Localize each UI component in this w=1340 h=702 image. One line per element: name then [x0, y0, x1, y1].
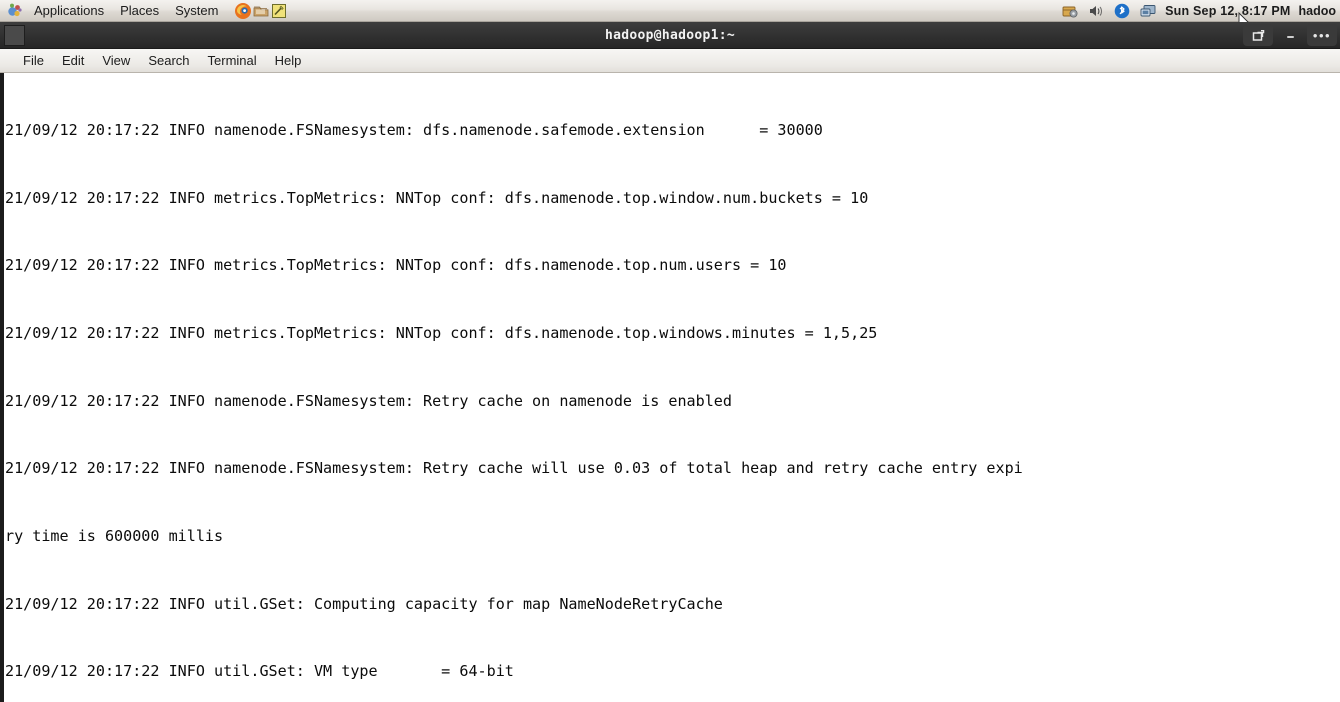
panel-tray-group: Sun Sep 12, 8:17 PM hadoo	[1061, 0, 1340, 22]
terminal-line: ry time is 600000 millis	[5, 526, 224, 545]
menu-file[interactable]: File	[14, 52, 53, 69]
terminal-line: 21/09/12 20:17:22 INFO metrics.TopMetric…	[5, 324, 878, 343]
window-menu-button[interactable]: •••	[1307, 24, 1337, 46]
menu-help[interactable]: Help	[266, 52, 311, 69]
text-editor-icon[interactable]	[270, 2, 288, 20]
terminal-line: 21/09/12 20:17:22 INFO namenode.FSNamesy…	[5, 391, 732, 410]
window-controls: •••	[1243, 22, 1337, 48]
restore-window-button[interactable]	[1243, 24, 1273, 46]
bluetooth-icon[interactable]	[1113, 2, 1131, 20]
panel-menu-system[interactable]: System	[167, 1, 226, 20]
file-manager-icon[interactable]	[252, 2, 270, 20]
panel-menu-places[interactable]: Places	[112, 1, 167, 20]
window-icon[interactable]	[4, 25, 25, 46]
terminal-output-area[interactable]: 21/09/12 20:17:22 INFO namenode.FSNamesy…	[0, 73, 1340, 702]
window-title: hadoop@hadoop1:~	[604, 27, 736, 43]
package-updater-icon[interactable]	[1061, 2, 1079, 20]
terminal-left-edge	[0, 73, 4, 702]
gnome-foot-icon	[6, 2, 23, 19]
network-icon[interactable]	[1139, 2, 1157, 20]
panel-user-menu[interactable]: hadoo	[1299, 4, 1337, 18]
terminal-line: 21/09/12 20:17:22 INFO namenode.FSNamesy…	[5, 121, 823, 140]
panel-menu-group: Applications Places System	[0, 1, 288, 20]
terminal-line: 21/09/12 20:17:22 INFO util.GSet: VM typ…	[5, 662, 514, 681]
terminal-line: 21/09/12 20:17:22 INFO metrics.TopMetric…	[5, 188, 869, 207]
terminal-line: 21/09/12 20:17:22 INFO namenode.FSNamesy…	[5, 459, 1023, 478]
firefox-icon[interactable]	[234, 2, 252, 20]
menu-terminal[interactable]: Terminal	[199, 52, 266, 69]
window-titlebar[interactable]: hadoop@hadoop1:~ •••	[0, 22, 1340, 49]
terminal-text: 21/09/12 20:17:22 INFO namenode.FSNamesy…	[5, 74, 1340, 702]
terminal-line: 21/09/12 20:17:22 INFO metrics.TopMetric…	[5, 256, 787, 275]
menu-edit[interactable]: Edit	[53, 52, 93, 69]
panel-menu-applications[interactable]: Applications	[26, 1, 112, 20]
terminal-line: 21/09/12 20:17:22 INFO util.GSet: Comput…	[5, 594, 723, 613]
desktop-top-panel: Applications Places System Sun Sep 12, 8…	[0, 0, 1340, 22]
panel-clock[interactable]: Sun Sep 12, 8:17 PM	[1165, 4, 1290, 18]
volume-icon[interactable]	[1087, 2, 1105, 20]
menu-search[interactable]: Search	[139, 52, 198, 69]
minimize-window-button[interactable]	[1275, 24, 1305, 46]
terminal-window: hadoop@hadoop1:~ ••• File Edit View Sear…	[0, 22, 1340, 702]
menu-view[interactable]: View	[93, 52, 139, 69]
terminal-menubar: File Edit View Search Terminal Help	[0, 49, 1340, 73]
